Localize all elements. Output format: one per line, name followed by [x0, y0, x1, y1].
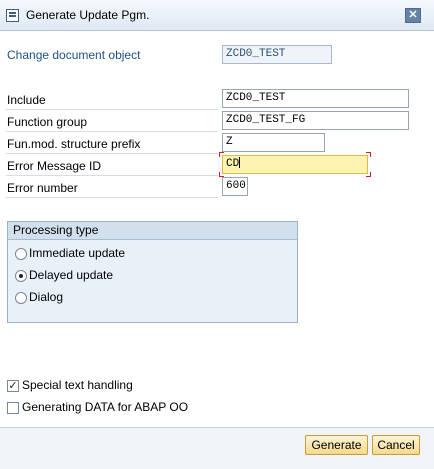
include-input[interactable]: ZCD0_TEST	[222, 89, 409, 108]
row-divider	[6, 175, 218, 176]
abap-oo-checkbox[interactable]	[7, 402, 19, 414]
row-divider	[6, 197, 218, 198]
include-label: Include	[7, 93, 46, 107]
focus-corner-icon	[366, 152, 371, 157]
focus-corner-icon	[366, 172, 371, 177]
function-group-input[interactable]: ZCD0_TEST_FG	[222, 111, 409, 130]
error-msg-id-input[interactable]: CD	[222, 155, 368, 174]
change-doc-label: Change document object	[7, 48, 141, 62]
error-number-label: Error number	[7, 181, 78, 195]
title-bar: Generate Update Pgm. ✕	[0, 0, 434, 31]
function-group-label: Function group	[7, 115, 88, 129]
prefix-input[interactable]: Z	[222, 133, 325, 152]
prefix-label: Fun.mod. structure prefix	[7, 137, 141, 151]
window-icon	[6, 9, 19, 22]
row-divider	[6, 153, 218, 154]
special-text-label[interactable]: Special text handling	[22, 378, 133, 392]
row-divider	[6, 109, 218, 110]
error-number-input[interactable]: 600	[222, 177, 248, 196]
abap-oo-label[interactable]: Generating DATA for ABAP OO	[22, 400, 188, 414]
change-doc-field: ZCD0_TEST	[222, 45, 332, 64]
generate-button[interactable]: Generate	[305, 435, 368, 455]
row-divider	[6, 131, 218, 132]
radio-dialog-label[interactable]: Dialog	[29, 290, 63, 304]
radio-delayed-update[interactable]	[15, 270, 27, 282]
close-button[interactable]: ✕	[405, 8, 421, 23]
error-msg-id-value: CD	[226, 158, 240, 170]
error-msg-id-label: Error Message ID	[7, 159, 102, 173]
text-cursor	[239, 157, 241, 168]
focus-corner-icon	[219, 152, 224, 157]
window-title: Generate Update Pgm.	[26, 8, 150, 22]
radio-immediate-update[interactable]	[15, 248, 27, 260]
radio-dialog[interactable]	[15, 292, 27, 304]
radio-immediate-update-label[interactable]: Immediate update	[29, 246, 125, 260]
radio-delayed-update-label[interactable]: Delayed update	[29, 268, 113, 282]
processing-type-title: Processing type	[8, 222, 297, 240]
dialog-footer: Generate Cancel	[0, 427, 434, 469]
special-text-checkbox[interactable]: ✓	[7, 380, 19, 392]
cancel-button[interactable]: Cancel	[372, 435, 420, 455]
